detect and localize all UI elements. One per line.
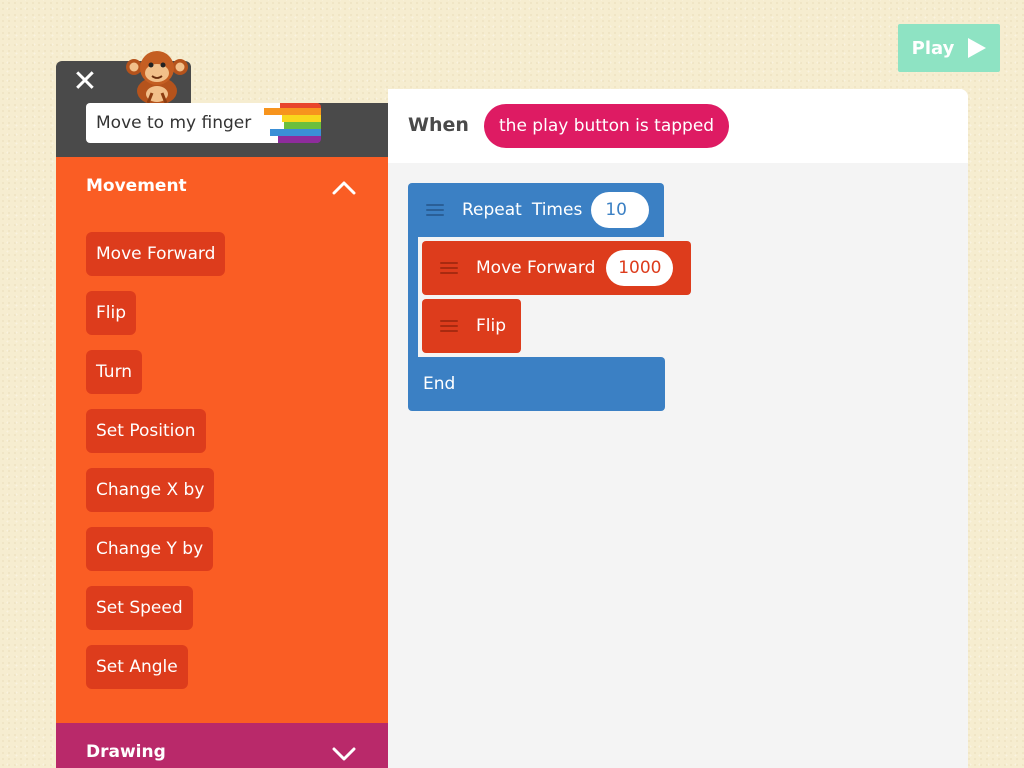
category-title: Drawing [86,742,166,762]
block-set-position[interactable]: Set Position [86,409,206,453]
repeat-spine [408,236,418,358]
repeat-block[interactable]: Repeat Times 10 [408,183,664,237]
drag-handle-icon[interactable] [440,320,458,332]
block-change-y-by[interactable]: Change Y by [86,527,214,571]
block-change-x-by[interactable]: Change X by [86,468,215,512]
rainbow-trail-icon [264,103,321,143]
chevron-up-icon[interactable] [332,179,356,195]
move-forward-value-input[interactable]: 1000 [606,250,674,286]
repeat-times-input[interactable]: 10 [591,192,650,228]
block-turn[interactable]: Turn [86,350,143,394]
flip-label: Flip [476,316,507,336]
repeat-label: Repeat [462,200,522,220]
end-label: End [423,374,456,394]
play-button[interactable]: Play [898,24,1000,72]
drawing-category-header[interactable]: Drawing [56,723,388,768]
when-label: When [408,114,469,136]
drag-handle-icon[interactable] [440,262,458,274]
trigger-selector[interactable]: the play button is tapped [484,104,730,148]
move-forward-label: Move Forward [476,258,596,278]
category-title: Movement [86,176,187,196]
move-forward-block[interactable]: Move Forward 1000 [422,241,691,295]
block-flip[interactable]: Flip [86,291,137,335]
movement-palette: Movement Move Forward Flip Turn Set Posi… [56,157,388,723]
script-area[interactable]: When the play button is tapped Repeat Ti… [388,89,968,768]
when-bar: When the play button is tapped [388,89,968,163]
close-icon[interactable]: ✕ [70,67,100,97]
drag-handle-icon[interactable] [426,204,444,216]
times-label: Times [531,200,583,220]
play-icon [968,38,987,58]
block-set-speed[interactable]: Set Speed [86,586,193,630]
chevron-down-icon[interactable] [332,746,356,762]
monkey-character-icon [126,51,188,103]
block-set-angle[interactable]: Set Angle [86,645,188,689]
sprite-header: ✕ Move to my finger [56,51,388,157]
flip-block[interactable]: Flip [422,299,521,353]
repeat-end-block[interactable]: End [408,357,665,411]
play-label: Play [911,37,955,59]
block-move-forward[interactable]: Move Forward [86,232,226,276]
